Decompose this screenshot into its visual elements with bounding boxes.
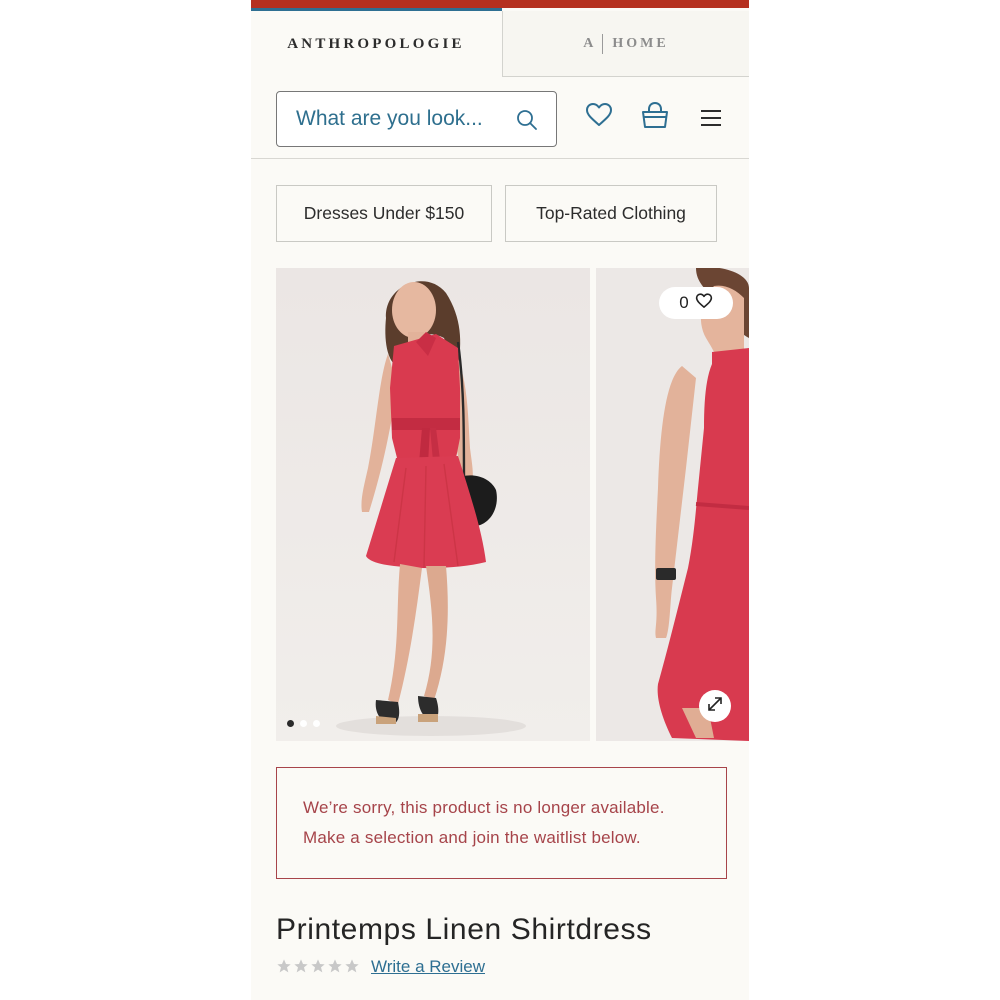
hamburger-menu-icon[interactable] [700, 108, 722, 133]
search-input[interactable] [296, 105, 506, 133]
tab-separator [602, 33, 604, 54]
heart-icon[interactable] [585, 102, 613, 133]
notice-line-1: We’re sorry, this product is no longer a… [303, 798, 665, 817]
expand-image-button[interactable] [699, 690, 731, 722]
search-box[interactable] [276, 91, 557, 147]
gallery-dot-2[interactable] [300, 720, 307, 727]
tab-anthropologie-label: ANTHROPOLOGIE [287, 35, 465, 52]
heart-outline-icon [695, 292, 713, 314]
quick-link-dresses-under-150[interactable]: Dresses Under $150 [276, 185, 492, 242]
gallery-pagination [287, 720, 320, 727]
star-icon [293, 958, 309, 979]
notice-line-2: Make a selection and join the waitlist b… [303, 828, 641, 847]
quick-link-top-rated-clothing[interactable]: Top-Rated Clothing [505, 185, 717, 242]
brand-accent-bar [251, 0, 749, 8]
star-icon [327, 958, 343, 979]
search-icon[interactable] [515, 108, 539, 137]
gallery-dot-3[interactable] [313, 720, 320, 727]
star-icon [310, 958, 326, 979]
expand-arrows-icon [706, 695, 724, 718]
product-title: Printemps Linen Shirtdress [276, 913, 652, 946]
tab-a-home-label: A HOME [583, 33, 669, 54]
rating-stars [276, 958, 360, 979]
tab-a-home[interactable]: A HOME [502, 11, 749, 77]
write-review-link[interactable]: Write a Review [371, 957, 485, 977]
star-icon [344, 958, 360, 979]
unavailable-notice: We’re sorry, this product is no longer a… [276, 767, 727, 879]
product-image-side[interactable]: 0 [596, 268, 749, 741]
gallery-dot-1[interactable] [287, 720, 294, 727]
product-page: ANTHROPOLOGIE A HOME What are you look..… [251, 0, 749, 1000]
like-button[interactable]: 0 [659, 287, 733, 319]
header-divider [251, 158, 749, 159]
like-count: 0 [679, 293, 689, 312]
star-icon [276, 958, 292, 979]
tab-a-home-prefix: A [583, 35, 597, 51]
product-image-front[interactable] [276, 268, 590, 741]
tab-anthropologie[interactable]: ANTHROPOLOGIE [251, 11, 501, 77]
shopping-bag-icon[interactable] [640, 101, 670, 135]
tab-a-home-text: HOME [612, 35, 669, 51]
